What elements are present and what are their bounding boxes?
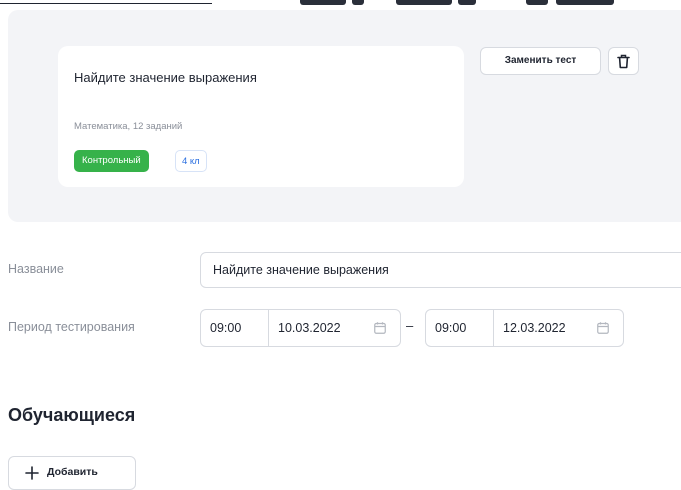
test-subtitle: Математика, 12 заданий [74,121,183,132]
trash-icon [617,54,630,68]
calendar-icon[interactable] [597,322,609,334]
grade-badge: 4 кл [175,150,207,172]
date-range-separator: – [406,318,414,333]
cutoff-text-fragment [556,0,614,5]
test-card[interactable]: Найдите значение выражения Математика, 1… [58,46,464,187]
test-type-badge: Контрольный [74,150,149,172]
cutoff-text-fragment [458,0,476,5]
cutoff-text-fragment [526,0,548,5]
students-section-title: Обучающиеся [8,405,136,425]
cutoff-text-fragment [300,0,346,5]
previous-content-cutoff [0,0,681,8]
start-date-value: 10.03.2022 [278,321,341,335]
cutoff-underline [0,3,212,4]
end-date-input[interactable]: 12.03.2022 [493,309,624,347]
cutoff-text-fragment [352,0,364,5]
cutoff-text-fragment [396,0,452,5]
end-time-input[interactable]: 09:00 [425,309,494,347]
add-students-button[interactable]: Добавить [8,456,136,490]
end-time-value: 09:00 [435,321,467,335]
replace-test-button[interactable]: Заменить тест [480,47,601,75]
add-students-label: Добавить [47,466,98,478]
calendar-icon[interactable] [374,322,386,334]
test-title: Найдите значение выражения [74,70,257,85]
name-label: Название [8,262,64,276]
name-input[interactable]: Найдите значение выражения [200,252,681,288]
end-date-value: 12.03.2022 [503,321,566,335]
start-time-value: 09:00 [210,321,242,335]
delete-test-button[interactable] [608,47,639,75]
plus-icon [25,466,39,480]
start-time-input[interactable]: 09:00 [200,309,269,347]
start-date-input[interactable]: 10.03.2022 [268,309,401,347]
period-label: Период тестирования [8,320,135,334]
